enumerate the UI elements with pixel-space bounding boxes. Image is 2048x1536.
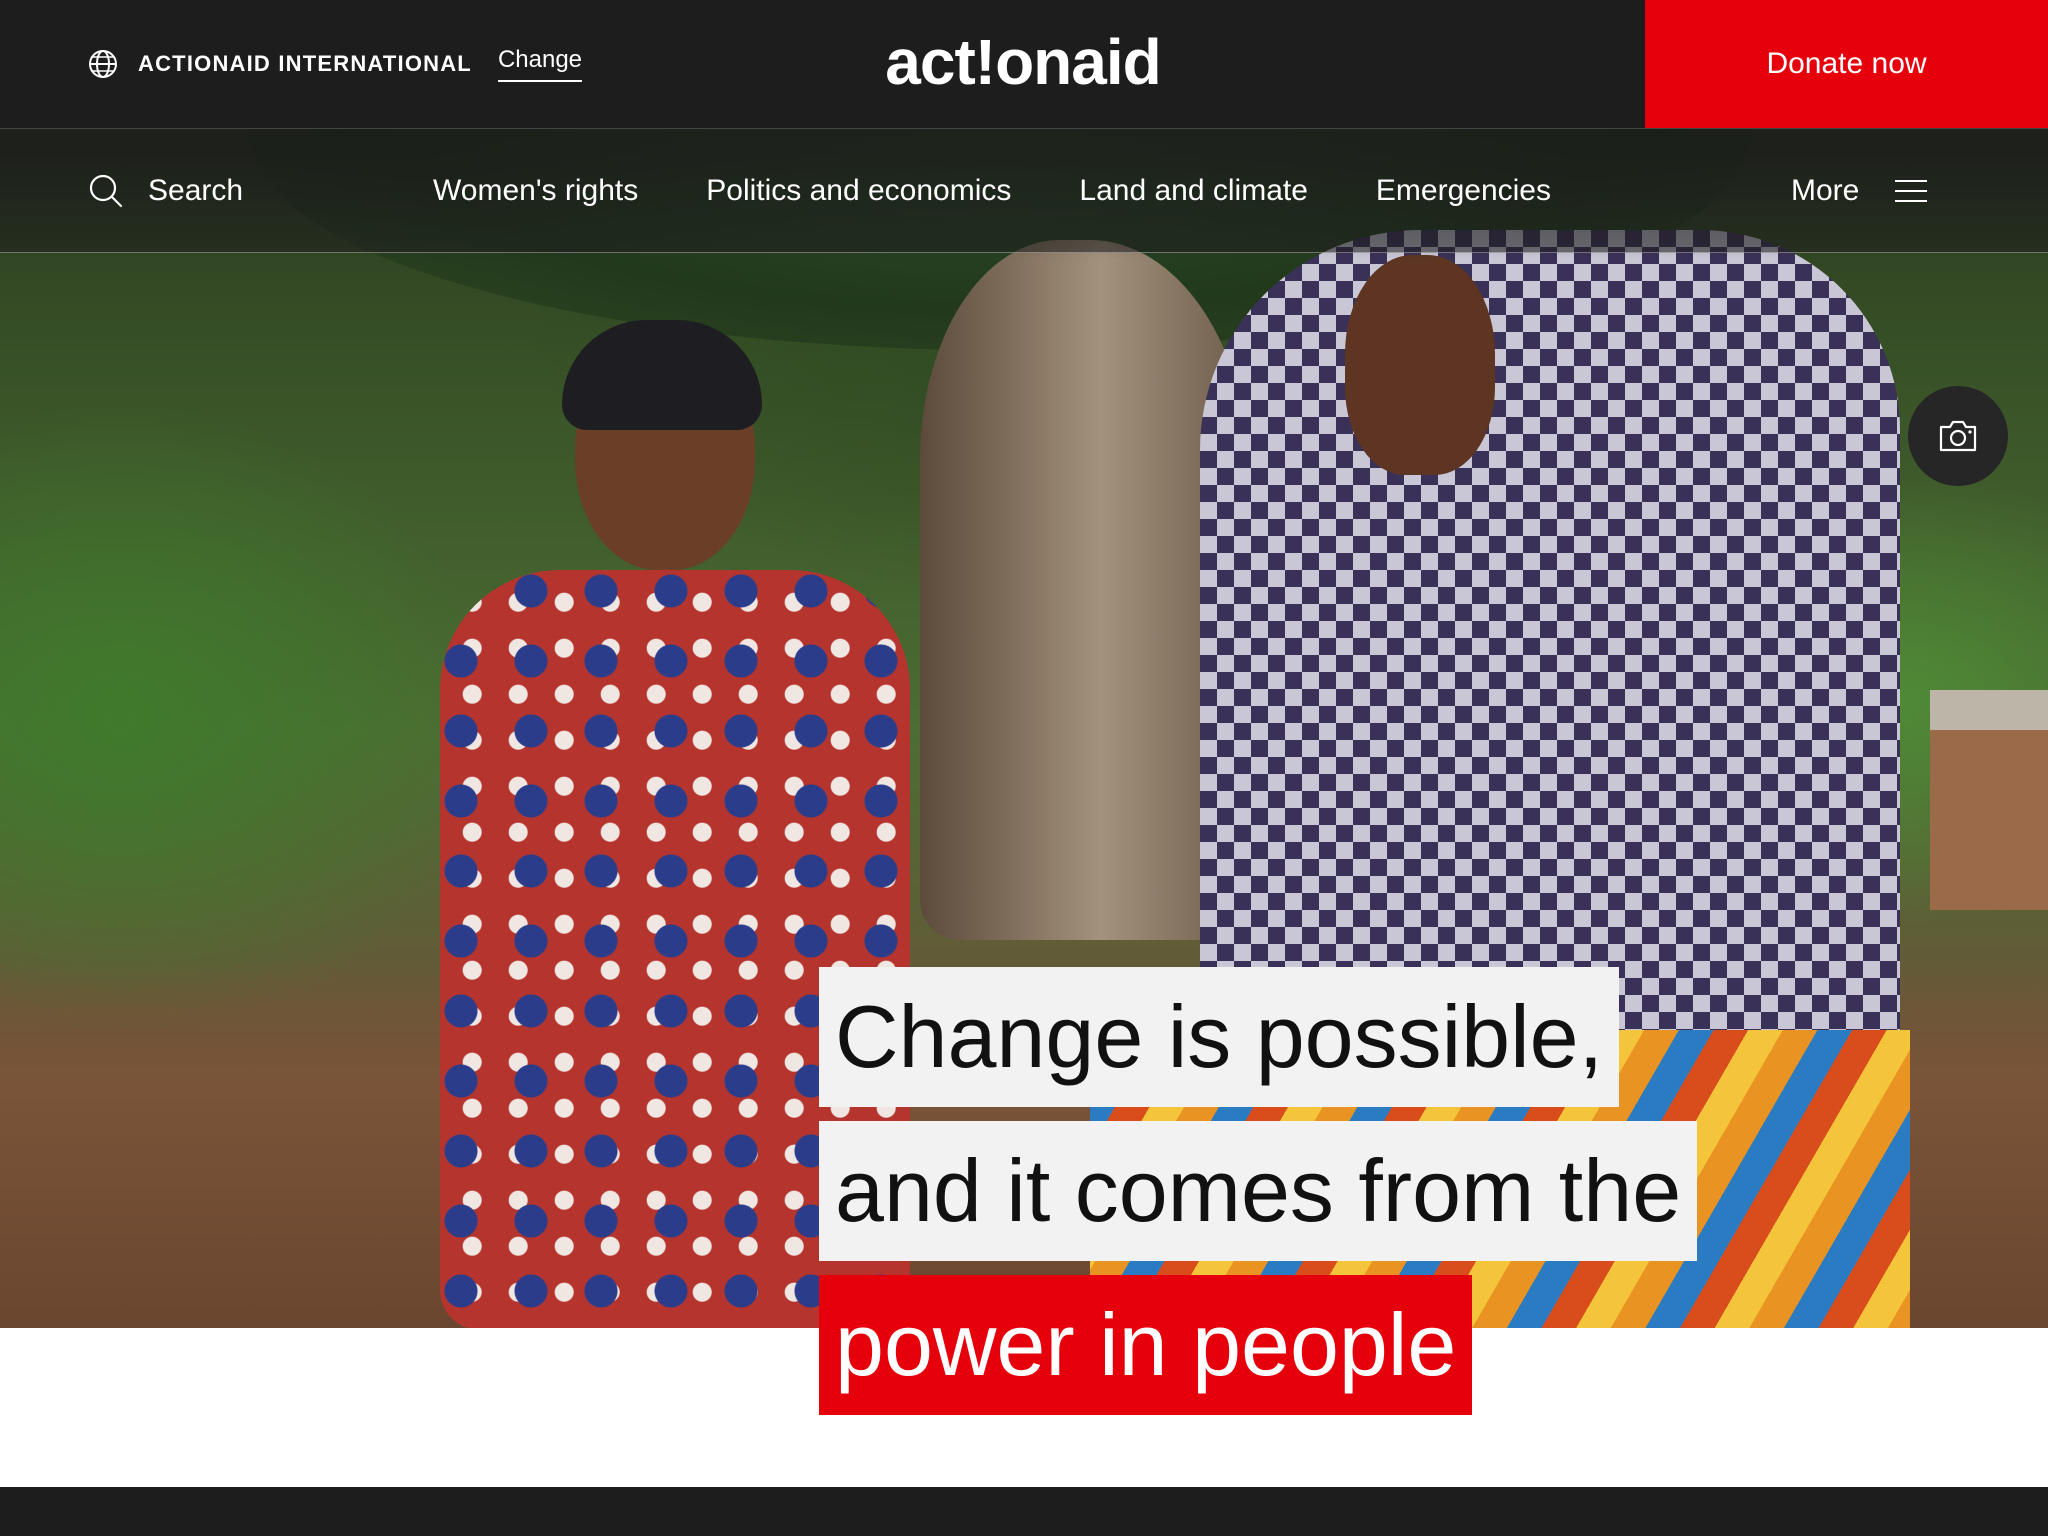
- hero-headline: Change is possible, and it comes from th…: [819, 967, 1698, 1429]
- footer-strip: [0, 1487, 2048, 1536]
- region-name: ACTIONAID INTERNATIONAL: [138, 51, 472, 76]
- donate-button[interactable]: Donate now: [1645, 0, 2048, 128]
- camera-icon: [1939, 420, 1977, 452]
- nav-links: Women's rights Politics and economics La…: [433, 169, 1551, 213]
- woman-left-headwrap: [562, 320, 762, 430]
- search-icon: [89, 174, 123, 208]
- hut: [1930, 690, 2048, 910]
- region-change-link[interactable]: Change: [497, 46, 583, 82]
- main-nav: Search Women's rights Politics and econo…: [0, 129, 2048, 253]
- search-button[interactable]: Search: [88, 169, 243, 213]
- nav-item-emergencies[interactable]: Emergencies: [1376, 174, 1551, 208]
- woman-right-face: [1345, 255, 1495, 475]
- headline-line-3: power in people: [819, 1275, 1473, 1415]
- menu-icon: [1895, 180, 1928, 202]
- actionaid-logo[interactable]: act!onaid: [853, 30, 1193, 94]
- top-bar: ACTIONAID INTERNATIONAL Change act!onaid…: [0, 0, 2048, 129]
- headline-line-1: Change is possible,: [819, 967, 1620, 1107]
- region-selector: ACTIONAID INTERNATIONAL Change: [88, 44, 583, 84]
- headline-line-2: and it comes from the: [819, 1121, 1698, 1261]
- photo-credit-button[interactable]: [1908, 386, 2008, 486]
- more-menu-button[interactable]: More: [1791, 169, 1928, 213]
- search-label: Search: [148, 174, 244, 207]
- nav-item-land-climate[interactable]: Land and climate: [1079, 174, 1308, 208]
- nav-item-politics-economics[interactable]: Politics and economics: [706, 174, 1011, 208]
- globe-icon: [89, 50, 117, 78]
- nav-item-womens-rights[interactable]: Women's rights: [433, 174, 638, 208]
- more-label: More: [1791, 174, 1860, 207]
